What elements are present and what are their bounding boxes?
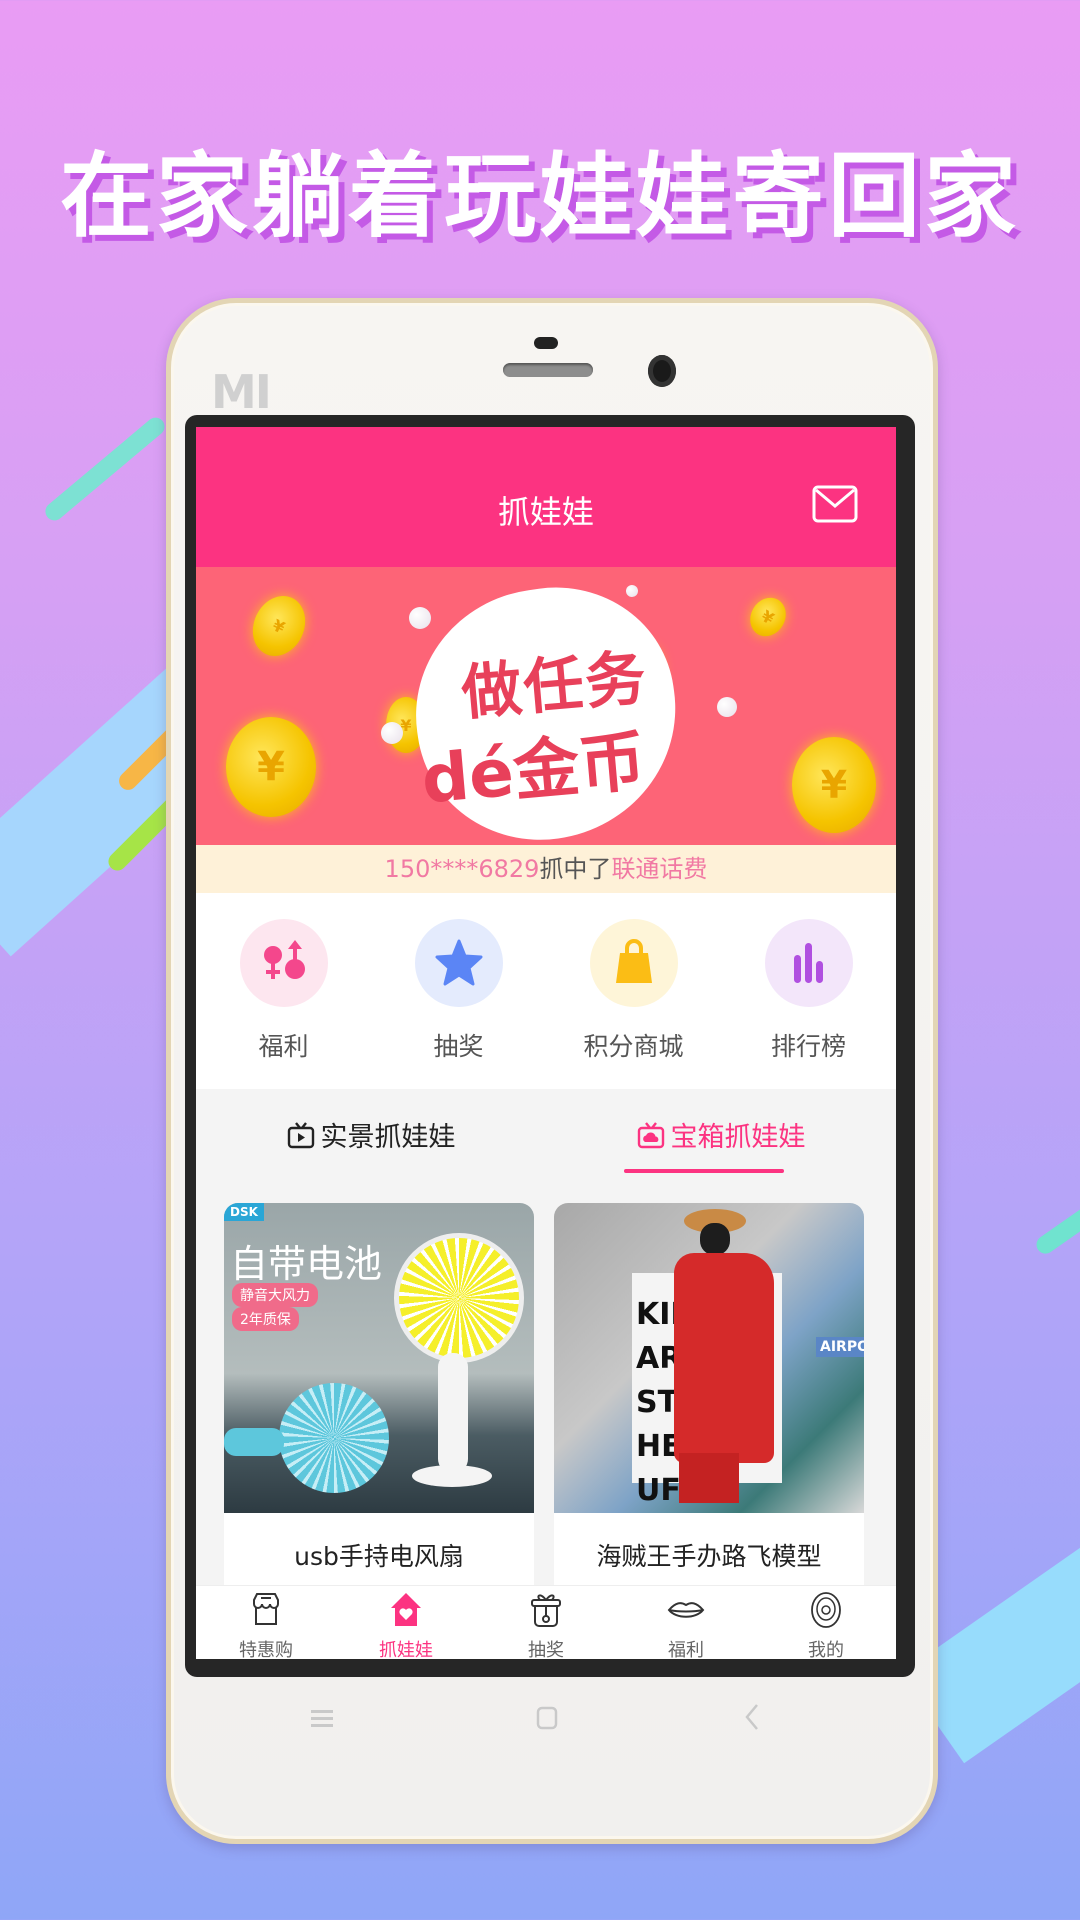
pearl xyxy=(409,607,431,629)
product-card[interactable]: DSK 自带电池 静音大风力 2年质保 usb手持电风扇 xyxy=(224,1203,534,1593)
tabbar-item-welfare[interactable]: 福利 xyxy=(616,1590,756,1659)
pearl xyxy=(717,697,737,717)
app-screen: 抓娃娃 ¥ ¥ ¥ ¥ ¥ 做任务 dé金币 150****6829抓中了联通话… xyxy=(196,427,896,1659)
tabbar-label: 抓娃娃 xyxy=(379,1640,433,1659)
gender-icon xyxy=(239,919,328,1007)
fan-head-blue xyxy=(279,1383,389,1493)
pearl xyxy=(626,585,638,597)
product-headline: 自带电池 xyxy=(230,1242,383,1286)
headline: 在家躺着玩娃娃寄回家 xyxy=(59,143,1020,250)
shop-icon xyxy=(253,1593,279,1625)
tab-live-claw[interactable]: 实景抓娃娃 xyxy=(196,1115,546,1154)
gift-box-icon xyxy=(531,1594,561,1627)
promo-banner[interactable]: ¥ ¥ ¥ ¥ ¥ 做任务 dé金币 xyxy=(196,567,896,845)
shortcut-welfare[interactable]: 福利 xyxy=(196,919,371,1063)
product-title: 海贼王手办路飞模型 xyxy=(596,1542,822,1571)
tv-play-icon xyxy=(287,1121,314,1148)
sensor xyxy=(534,337,558,349)
tabbar-label: 特惠购 xyxy=(239,1640,293,1659)
page-title: 抓娃娃 xyxy=(497,493,594,531)
shortcut-label: 抽奖 xyxy=(433,1032,484,1061)
back-icon[interactable] xyxy=(743,1703,761,1739)
lips-icon xyxy=(667,1602,705,1618)
product-title: usb手持电风扇 xyxy=(294,1542,464,1571)
tabbar-item-lottery[interactable]: 抽奖 xyxy=(476,1590,616,1659)
fan-handle xyxy=(438,1353,468,1473)
front-camera xyxy=(648,355,676,387)
phone-mockup: MI 抓娃娃 ¥ ¥ ¥ ¥ ¥ 做任务 dé金币 150****6829抓中了… xyxy=(166,298,938,1844)
coin-icon: ¥ xyxy=(243,587,315,665)
fan-handle-blue xyxy=(224,1428,284,1456)
bottom-tab-bar: 特惠购 抓娃娃 抽奖 福利 我的 xyxy=(196,1585,896,1659)
tabbar-label: 我的 xyxy=(808,1640,844,1659)
shortcut-label: 积分商城 xyxy=(583,1032,684,1061)
banner-text-line2: dé金币 xyxy=(418,722,649,819)
product-tag: 静音大风力 xyxy=(232,1283,318,1307)
decor-stripe-teal-right xyxy=(1032,1190,1080,1258)
star-icon xyxy=(414,919,503,1007)
product-brand: DSK xyxy=(224,1203,264,1221)
tab-label: 实景抓娃娃 xyxy=(320,1122,456,1153)
winner-marquee: 150****6829抓中了联通话费 xyxy=(196,845,896,893)
house-heart-icon xyxy=(391,1593,421,1626)
shortcut-label: 福利 xyxy=(258,1032,309,1061)
product-tag: 2年质保 xyxy=(232,1307,299,1331)
tabbar-label: 抽奖 xyxy=(528,1640,564,1659)
pearl xyxy=(381,722,403,744)
coin-icon: ¥ xyxy=(743,591,793,643)
tabbar-label: 福利 xyxy=(668,1640,704,1659)
speaker xyxy=(503,363,593,377)
hardware-nav-keys xyxy=(171,1703,933,1763)
shortcut-ranking[interactable]: 排行榜 xyxy=(721,919,896,1063)
tabbar-item-claw[interactable]: 抓娃娃 xyxy=(336,1590,476,1659)
shortcut-grid: 福利 抽奖 积分商城 排行榜 xyxy=(196,893,896,1089)
screen-frame: 抓娃娃 ¥ ¥ ¥ ¥ ¥ 做任务 dé金币 150****6829抓中了联通话… xyxy=(185,415,915,1677)
figure-legs xyxy=(679,1453,739,1503)
winner-prize: 联通话费 xyxy=(611,855,708,883)
mode-tabs: 实景抓娃娃 宝箱抓娃娃 xyxy=(196,1089,896,1189)
shopping-bag-icon xyxy=(589,919,678,1007)
tabbar-item-mine[interactable]: 我的 xyxy=(756,1590,896,1659)
tabbar-item-deals[interactable]: 特惠购 xyxy=(196,1590,336,1659)
bar-chart-icon xyxy=(764,919,853,1007)
coin-icon: ¥ xyxy=(226,717,316,817)
brand-logo: MI xyxy=(211,365,272,419)
decor-stripe-teal xyxy=(41,413,169,525)
figure-head xyxy=(700,1223,730,1255)
shortcut-lottery[interactable]: 抽奖 xyxy=(371,919,546,1063)
fan-base xyxy=(412,1465,492,1487)
tab-treasure-claw[interactable]: 宝箱抓娃娃 xyxy=(546,1115,896,1154)
winner-phone: 150****6829 xyxy=(384,855,540,883)
fan-head-yellow xyxy=(394,1233,524,1363)
coin-icon: ¥ xyxy=(792,737,876,833)
product-image: KING ARTIST THE LUFFY AIRPO xyxy=(554,1203,864,1513)
mail-icon[interactable] xyxy=(812,485,858,523)
tv-cloud-icon xyxy=(637,1121,664,1148)
sign-text: AIRPO xyxy=(816,1337,864,1357)
figure-coat xyxy=(674,1253,774,1463)
product-card[interactable]: KING ARTIST THE LUFFY AIRPO 海贼王手办路飞模型 xyxy=(554,1203,864,1593)
active-tab-indicator xyxy=(624,1169,784,1173)
shortcut-label: 排行榜 xyxy=(770,1032,846,1061)
product-image: DSK 自带电池 静音大风力 2年质保 xyxy=(224,1203,534,1513)
profile-icon xyxy=(811,1592,841,1628)
menu-icon[interactable] xyxy=(311,1703,335,1738)
winner-action: 抓中了 xyxy=(539,855,612,883)
app-bar: 抓娃娃 xyxy=(196,427,896,567)
home-icon[interactable] xyxy=(536,1703,560,1738)
tab-label: 宝箱抓娃娃 xyxy=(670,1122,806,1153)
shortcut-points-mall[interactable]: 积分商城 xyxy=(546,919,721,1063)
